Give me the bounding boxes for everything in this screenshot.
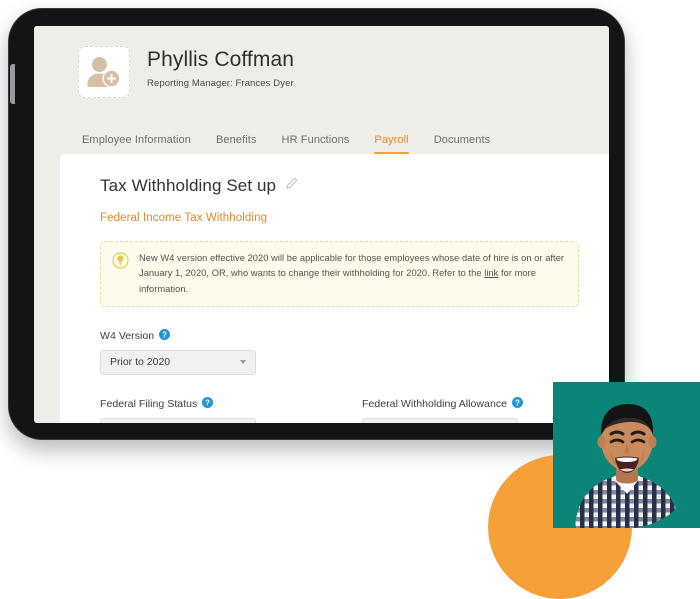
section-title: Federal Income Tax Withholding <box>100 212 268 224</box>
tab-employee-information[interactable]: Employee Information <box>82 134 191 154</box>
lightbulb-icon <box>112 252 129 274</box>
content-area: Tax Withholding Set up Federal Income Ta… <box>34 154 609 423</box>
info-banner: New W4 version effective 2020 will be ap… <box>100 241 579 307</box>
tablet-device: Phyllis Coffman Reporting Manager: Franc… <box>8 8 625 440</box>
w4-version-value: Prior to 2020 <box>110 356 171 369</box>
field-federal-filing-status: Federal Filing Status ? Single <box>100 396 256 423</box>
field-federal-withholding-allowance: Federal Withholding Allowance ? 2 <box>362 396 524 423</box>
svg-text:?: ? <box>515 398 520 407</box>
card-header: Tax Withholding Set up <box>100 176 609 196</box>
power-button[interactable] <box>10 64 15 104</box>
federal-filing-status-label-text: Federal Filing Status <box>100 397 198 410</box>
svg-text:?: ? <box>162 330 167 339</box>
form-row: Federal Filing Status ? Single <box>100 396 609 423</box>
pencil-icon[interactable] <box>285 177 298 195</box>
portrait-photo <box>553 382 700 528</box>
svg-text:?: ? <box>205 398 210 407</box>
page-title: Tax Withholding Set up <box>100 176 277 195</box>
profile-text: Phyllis Coffman Reporting Manager: Franc… <box>147 46 294 89</box>
federal-filing-status-label: Federal Filing Status ? <box>100 396 256 411</box>
w4-version-select[interactable]: Prior to 2020 <box>100 349 256 375</box>
field-w4-version: W4 Version ? Prior to 2020 <box>100 328 609 375</box>
reporting-manager: Reporting Manager: Frances Dyer <box>147 78 294 90</box>
avatar[interactable] <box>78 46 130 98</box>
help-icon[interactable]: ? <box>512 396 524 411</box>
profile-summary: Phyllis Coffman Reporting Manager: Franc… <box>34 38 609 98</box>
banner-link[interactable]: link <box>484 268 498 278</box>
tab-documents[interactable]: Documents <box>434 134 491 154</box>
federal-withholding-allowance-label: Federal Withholding Allowance ? <box>362 396 524 411</box>
federal-filing-status-select[interactable]: Single <box>100 417 256 423</box>
banner-text: New W4 version effective 2020 will be ap… <box>139 251 566 297</box>
help-icon[interactable]: ? <box>202 396 214 411</box>
tax-withholding-card: Tax Withholding Set up Federal Income Ta… <box>60 154 609 423</box>
tab-benefits[interactable]: Benefits <box>216 134 257 154</box>
tablet-screen: Phyllis Coffman Reporting Manager: Franc… <box>34 26 609 423</box>
add-person-icon <box>86 55 122 89</box>
chevron-down-icon <box>240 360 246 365</box>
tab-bar: Employee Information Benefits HR Functio… <box>34 98 609 154</box>
page-header: Phyllis Coffman Reporting Manager: Franc… <box>34 26 609 154</box>
help-icon[interactable]: ? <box>159 328 171 343</box>
w4-version-label: W4 Version ? <box>100 328 609 343</box>
profile-name: Phyllis Coffman <box>147 48 295 71</box>
federal-withholding-allowance-input[interactable]: 2 <box>362 417 518 423</box>
tab-hr-functions[interactable]: HR Functions <box>282 134 350 154</box>
federal-withholding-allowance-label-text: Federal Withholding Allowance <box>362 397 508 410</box>
w4-version-label-text: W4 Version <box>100 329 155 342</box>
tab-payroll[interactable]: Payroll <box>374 134 410 154</box>
